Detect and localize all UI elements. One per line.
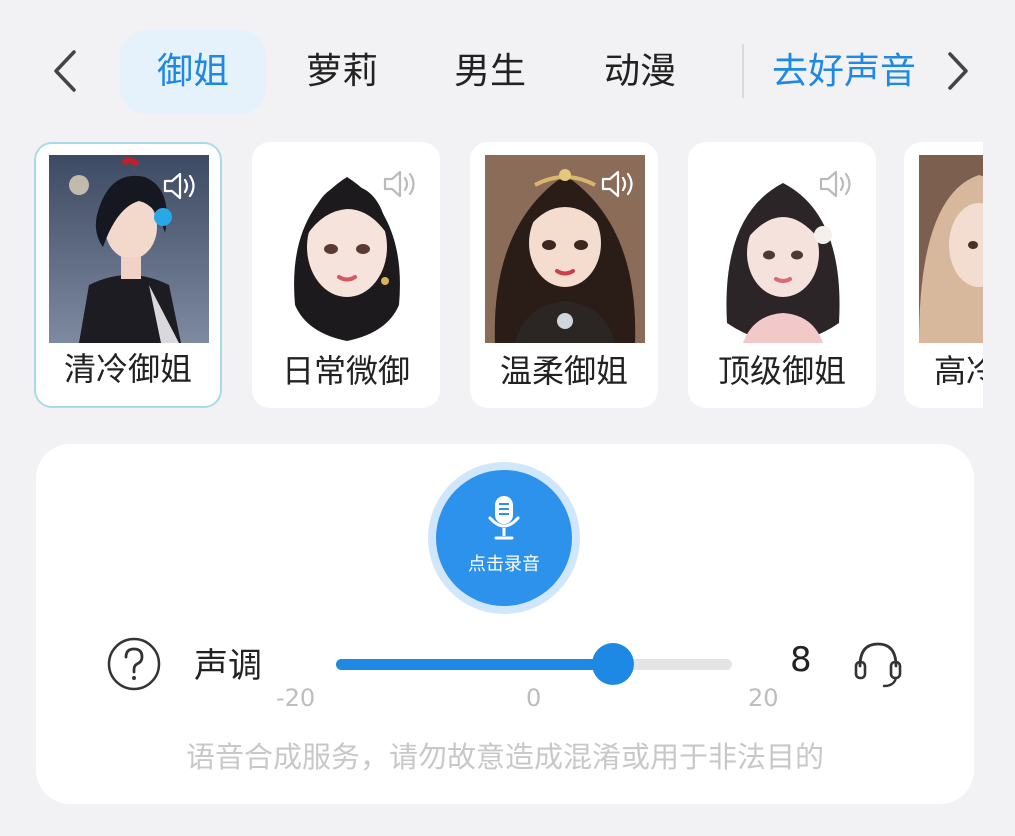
voice-name: 顶级御姐 — [717, 352, 846, 390]
voice-card[interactable]: 温柔御姐 — [470, 142, 658, 408]
slider-track — [336, 659, 732, 670]
voice-name: 清冷御姐 — [63, 350, 192, 388]
tab-divider — [742, 44, 744, 98]
tab-dongman[interactable]: 动漫 — [586, 28, 694, 116]
voice-avatar — [919, 155, 983, 343]
record-label: 点击录音 — [468, 554, 540, 575]
microphone-icon — [488, 496, 520, 540]
chevron-left-icon[interactable] — [46, 46, 86, 96]
pitch-slider[interactable] — [332, 643, 736, 685]
headphone-icon[interactable] — [852, 636, 904, 688]
voice-name: 温柔御姐 — [499, 352, 628, 390]
pitch-label: 声调 — [194, 646, 262, 686]
slider-tick-max: 20 — [748, 684, 779, 712]
speaker-icon[interactable] — [382, 168, 418, 200]
tab-nansheng[interactable]: 男生 — [436, 28, 544, 116]
good-voice-link[interactable]: 去好声音 — [772, 28, 916, 116]
speaker-icon[interactable] — [818, 168, 854, 200]
tab-luoli[interactable]: 萝莉 — [288, 28, 396, 116]
voice-name: 日常微御 — [281, 352, 410, 390]
pitch-value: 8 — [790, 640, 812, 680]
slider-tick-mid: 0 — [526, 684, 542, 712]
slider-thumb[interactable] — [592, 643, 635, 685]
voice-list: 清冷御姐 日常微御 温柔御姐 顶级御姐 高冷 — [0, 140, 983, 412]
speaker-icon[interactable] — [600, 168, 636, 200]
help-icon[interactable] — [106, 636, 162, 692]
voice-card[interactable]: 高冷 — [904, 142, 983, 408]
voice-name: 高冷 — [934, 352, 983, 390]
slider-fill — [336, 659, 614, 670]
disclaimer-text: 语音合成服务，请勿故意造成混淆或用于非法目的 — [185, 740, 824, 774]
record-panel: 点击录音 声调 -20 0 20 8 语音合成服务，请勿故意造成混淆或用于非法目… — [36, 444, 974, 804]
speaker-icon[interactable] — [162, 170, 198, 202]
voice-card[interactable]: 顶级御姐 — [688, 142, 876, 408]
voice-card[interactable]: 日常微御 — [252, 142, 440, 408]
voice-card[interactable]: 清冷御姐 — [34, 142, 222, 408]
category-tab-bar: 御姐 萝莉 男生 动漫 去好声音 — [0, 28, 1015, 116]
record-button[interactable]: 点击录音 — [436, 470, 572, 606]
slider-tick-min: -20 — [276, 684, 316, 712]
tab-yujie[interactable]: 御姐 — [120, 30, 266, 114]
chevron-right-icon[interactable] — [938, 46, 978, 96]
